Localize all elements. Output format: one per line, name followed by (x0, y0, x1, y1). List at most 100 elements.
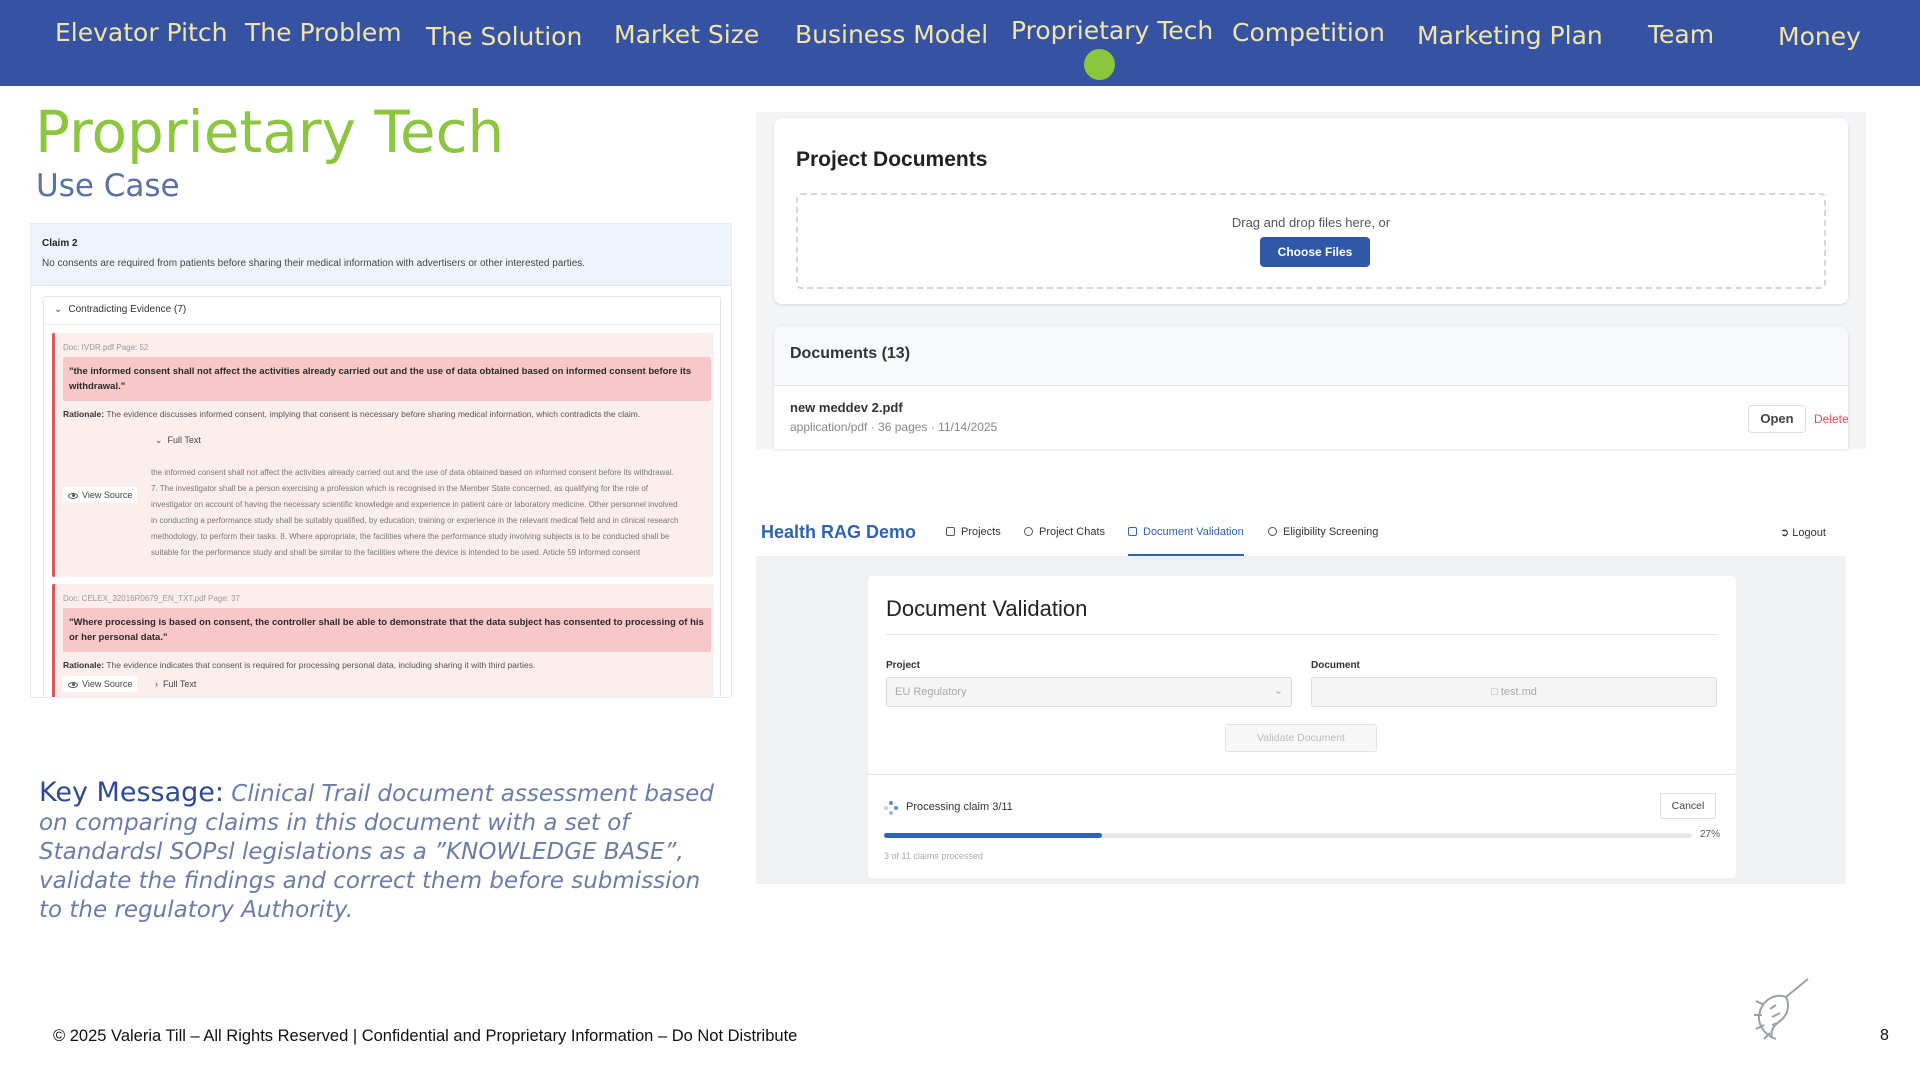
nav-item-team[interactable]: Team (1648, 20, 1714, 49)
slide-subtitle: Use Case (36, 168, 180, 204)
progress-subtext: 3 of 11 claims processed (884, 851, 983, 861)
project-documents-screenshot: Project Documents Drag and drop files he… (756, 112, 1866, 449)
chevron-down-icon: ⌄ (155, 435, 168, 445)
processing-status: Processing claim 3/11 (906, 801, 1013, 813)
view-source-button[interactable]: View Source (63, 487, 138, 503)
tab-projects[interactable]: Projects (946, 526, 1001, 538)
full-text-toggle[interactable]: › Full Text (155, 679, 196, 689)
eye-icon (68, 681, 78, 688)
cancel-button[interactable]: Cancel (1660, 793, 1716, 819)
full-text-toggle[interactable]: ⌄ Full Text (155, 435, 201, 446)
key-message: Key Message: Clinical Trail document ass… (39, 778, 719, 925)
evidence-rationale: Rationale: The evidence discusses inform… (63, 409, 640, 419)
nav-item-competition[interactable]: Competition (1232, 18, 1385, 47)
nav-item-money[interactable]: Money (1778, 22, 1861, 51)
document-select[interactable]: □ test.md (1311, 677, 1717, 707)
evidence-doc-meta: Doc: IVDR.pdf Page: 52 (63, 343, 149, 352)
chevron-down-icon: ⌄ (54, 304, 63, 315)
processing-card: Processing claim 3/11 Cancel 27% 3 of 11… (868, 774, 1736, 878)
evidence-toggle-label: Contradicting Evidence (7) (68, 304, 187, 315)
page-number: 8 (1880, 1027, 1889, 1044)
health-rag-demo-screenshot: Health RAG Demo Projects Project Chats D… (756, 506, 1846, 884)
project-documents-title: Project Documents (796, 148, 988, 171)
check-circle-icon (1268, 527, 1277, 536)
document-icon (1128, 527, 1137, 536)
file-icon: □ (1491, 686, 1501, 698)
nav-item-proprietary-tech[interactable]: Proprietary Tech (1011, 16, 1213, 45)
validate-document-button[interactable]: Validate Document (1225, 724, 1377, 752)
top-navigation: Elevator Pitch The Problem The Solution … (0, 0, 1920, 86)
key-message-label: Key Message: (39, 777, 224, 808)
tab-eligibility-screening[interactable]: Eligibility Screening (1268, 526, 1378, 538)
document-label: Document (1311, 660, 1360, 671)
nav-item-market-size[interactable]: Market Size (614, 20, 759, 49)
upload-card: Project Documents Drag and drop files he… (774, 118, 1848, 304)
rationale-text: The evidence indicates that consent is r… (106, 660, 536, 670)
rag-navbar: Health RAG Demo Projects Project Chats D… (756, 506, 1846, 556)
claim-evidence-panel: Claim 2 No consents are required from pa… (30, 223, 732, 698)
slide-title: Proprietary Tech (35, 98, 505, 166)
footer-copyright: © 2025 Valeria Till – All Rights Reserve… (53, 1027, 798, 1045)
logout-button[interactable]: ➲ Logout (1780, 526, 1826, 539)
evidence-box: ⌄ Contradicting Evidence (7) Doc: IVDR.pd… (43, 296, 721, 697)
file-dropzone[interactable]: Drag and drop files here, or Choose File… (796, 193, 1826, 289)
evidence-quote: "Where processing is based on consent, t… (63, 608, 711, 652)
spinner-icon (884, 801, 898, 815)
document-name: new meddev 2.pdf (790, 400, 903, 415)
tab-label: Document Validation (1143, 526, 1244, 538)
drop-text: Drag and drop files here, or (1231, 215, 1391, 230)
document-validation-card: Document Validation Project EU Regulator… (868, 576, 1736, 774)
claim-text: No consents are required from patients b… (42, 258, 586, 269)
claim-title: Claim 2 (42, 238, 78, 249)
document-select-value: test.md (1500, 686, 1537, 698)
progress-bar (884, 833, 1692, 838)
rag-brand[interactable]: Health RAG Demo (761, 522, 916, 543)
progress-percent: 27% (1700, 829, 1721, 840)
tab-label: Eligibility Screening (1283, 526, 1379, 538)
evidence-quote: "the informed consent shall not affect t… (63, 357, 711, 401)
nav-item-business-model[interactable]: Business Model (795, 20, 988, 49)
project-select[interactable]: EU Regulatory ⌄ (886, 677, 1292, 707)
full-text-label: Full Text (163, 679, 197, 689)
eye-icon (68, 492, 78, 499)
project-label: Project (886, 660, 920, 671)
full-text-label: Full Text (167, 435, 201, 445)
rag-body: Document Validation Project EU Regulator… (756, 556, 1846, 884)
project-select-value: EU Regulatory (895, 686, 967, 698)
evidence-card: Doc: IVDR.pdf Page: 52 "the informed con… (52, 333, 714, 577)
view-source-label: View Source (82, 490, 133, 500)
view-source-button[interactable]: View Source (63, 676, 138, 692)
nav-item-the-problem[interactable]: The Problem (245, 18, 402, 47)
choose-files-button[interactable]: Choose Files (1260, 237, 1370, 267)
active-nav-indicator (1084, 49, 1115, 80)
nav-item-marketing-plan[interactable]: Marketing Plan (1417, 21, 1603, 50)
nav-item-the-solution[interactable]: The Solution (426, 22, 582, 51)
evidence-rationale: Rationale: The evidence indicates that c… (63, 660, 535, 670)
documents-header: Documents (13) (774, 326, 1848, 386)
open-document-button[interactable]: Open (1748, 405, 1806, 433)
progress-fill (884, 833, 1103, 838)
document-info: application/pdf · 36 pages · 11/14/2025 (790, 420, 998, 434)
rationale-label: Rationale: (63, 409, 105, 419)
logout-icon: ➲ (1780, 527, 1793, 539)
chevron-right-icon: › (155, 679, 163, 689)
delete-document-link[interactable]: Delete (1814, 412, 1849, 426)
tab-label: Projects (961, 526, 1001, 538)
nav-item-elevator-pitch[interactable]: Elevator Pitch (55, 18, 227, 47)
contradicting-evidence-toggle[interactable]: ⌄ Contradicting Evidence (7) (44, 297, 720, 325)
evidence-doc-meta: Doc: CELEX_32016R0679_EN_TXT.pdf Page: 3… (63, 594, 241, 603)
tab-document-validation[interactable]: Document Validation (1128, 526, 1244, 538)
rationale-label: Rationale: (63, 660, 105, 670)
evidence-card: Doc: CELEX_32016R0679_EN_TXT.pdf Page: 3… (52, 584, 714, 697)
rationale-text: The evidence discusses informed consent,… (106, 409, 641, 419)
documents-list-card: Documents (13) new meddev 2.pdf applicat… (774, 326, 1849, 449)
document-validation-title: Document Validation (886, 596, 1088, 621)
folder-icon (946, 527, 955, 536)
tab-project-chats[interactable]: Project Chats (1024, 526, 1105, 538)
chevron-down-icon: ⌄ (1273, 685, 1283, 697)
divider (886, 634, 1718, 635)
full-text-body: the informed consent shall not affect th… (151, 468, 679, 557)
chat-icon (1024, 527, 1033, 536)
claim-header: Claim 2 No consents are required from pa… (31, 224, 731, 286)
unicorn-logo-icon (1754, 978, 1809, 1040)
